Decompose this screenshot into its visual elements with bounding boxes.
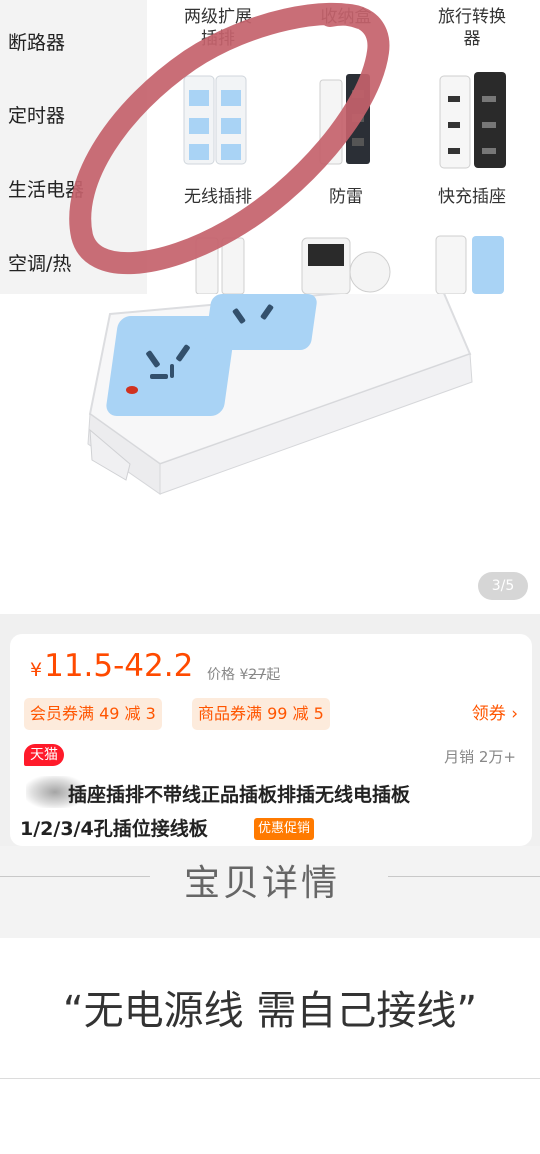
surge-protector-thumbnail — [301, 237, 391, 294]
product-image[interactable] — [0, 282, 540, 614]
category-label: 旅行转换 器 — [438, 7, 506, 49]
member-coupon[interactable]: 会员券满 49 减 3 — [24, 698, 162, 730]
divider-left — [0, 876, 150, 877]
category-item-fast-charge[interactable]: 快充插座 — [412, 186, 532, 208]
currency-symbol: ¥ — [30, 659, 43, 681]
category-sidebar: 断路器 定时器 生活电器 空调/热 — [0, 0, 147, 294]
gallery-page-indicator: 3/5 — [478, 572, 528, 600]
sidebar-item-timer[interactable]: 定时器 — [8, 101, 65, 128]
category-label: 无线插排 — [184, 187, 252, 207]
reference-price-label: 价格 — [207, 667, 235, 683]
category-label: 防雷 — [329, 187, 363, 207]
detail-header: 宝贝详情 — [0, 846, 540, 938]
extension-strip-thumbnail — [183, 75, 247, 165]
storage-box-thumbnail — [319, 74, 370, 165]
fast-charge-thumbnail — [435, 235, 504, 294]
travel-adapter-thumbnail — [439, 72, 506, 169]
category-item-surge[interactable]: 防雷 — [286, 186, 406, 208]
category-label: 两级扩展 插排 — [184, 7, 252, 49]
reference-price: 价格 ¥27起 — [207, 664, 280, 684]
category-panel: 断路器 定时器 生活电器 空调/热 两级扩展 插排 收纳盒 旅行转换 器 无线插… — [0, 0, 540, 294]
tmall-badge: 天猫 — [24, 744, 64, 766]
product-title-line1: 插座插排不带线正品插板排插无线电插板 — [68, 784, 411, 806]
price-card: ¥11.5-42.2 价格 ¥27起 会员券满 49 减 3 商品券满 99 减… — [10, 634, 532, 846]
category-label: 收纳盒 — [320, 7, 372, 27]
wireless-strip-thumbnail — [195, 237, 245, 294]
bottom-divider — [0, 1078, 540, 1079]
category-item-wireless-strip[interactable]: 无线插排 — [158, 186, 278, 208]
product-coupon[interactable]: 商品券满 99 减 5 — [192, 698, 330, 730]
get-coupon-button[interactable]: 领券 › — [472, 698, 518, 730]
reference-price-suffix: 起 — [266, 667, 281, 683]
price-value: 11.5-42.2 — [44, 648, 194, 684]
detail-title: 宝贝详情 — [184, 863, 341, 904]
power-strip-image — [87, 282, 473, 495]
monthly-sales: 月销 2万+ — [444, 748, 516, 766]
category-item-travel-adapter[interactable]: 旅行转换 器 — [412, 6, 532, 50]
sidebar-item-air-conditioning[interactable]: 空调/热 — [8, 249, 71, 276]
product-title-line2: 1/2/3/4孔插位接线板 — [20, 818, 208, 840]
price-range: ¥11.5-42.2 — [30, 648, 193, 684]
reference-price-value: 27 — [248, 667, 267, 683]
sidebar-item-circuit-breaker[interactable]: 断路器 — [8, 28, 65, 55]
divider-right — [388, 876, 540, 877]
no-power-cord-note: “无电源线 需自己接线” — [62, 988, 478, 1034]
category-item-extension[interactable]: 两级扩展 插排 — [158, 6, 278, 50]
product-info-area: ¥11.5-42.2 价格 ¥27起 会员券满 49 减 3 商品券满 99 减… — [0, 614, 540, 846]
sidebar-item-appliances[interactable]: 生活电器 — [8, 175, 84, 202]
category-item-storage[interactable]: 收纳盒 — [286, 6, 406, 28]
promo-tag: 优惠促销 — [254, 818, 315, 840]
category-label: 快充插座 — [438, 187, 506, 207]
